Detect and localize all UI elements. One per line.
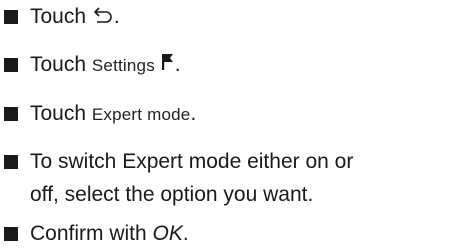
expert-mode-label: Expert mode (91, 105, 191, 124)
step-1-text: Touch . (30, 1, 120, 32)
bullet-marker (4, 155, 18, 169)
step-3-prefix: Touch (30, 102, 92, 125)
bullet-marker (4, 10, 18, 24)
back-arrow-icon (92, 5, 114, 25)
step-2-text: Touch Settings . (30, 49, 181, 81)
bullet-marker (4, 227, 18, 241)
settings-label: Settings (91, 56, 155, 75)
bullet-marker (4, 107, 18, 121)
ok-emphasis: OK (152, 222, 183, 245)
step-1-suffix: . (113, 5, 120, 28)
step-2-prefix: Touch (30, 53, 92, 76)
bullet-marker (4, 58, 18, 72)
step-4-line-1: To switch Expert mode either on or (30, 150, 354, 173)
step-4-line-2: off, select the option you want. (30, 183, 314, 206)
step-3-text: Touch Expert mode. (30, 98, 196, 130)
step-5-text: Confirm with OK. (30, 218, 189, 249)
step-5-suffix: . (182, 222, 189, 245)
step-3-suffix: . (190, 102, 197, 125)
step-2-suffix: . (174, 53, 181, 76)
step-5-prefix: Confirm with (30, 222, 153, 245)
step-1-prefix: Touch (30, 5, 92, 28)
flag-icon (161, 52, 175, 72)
